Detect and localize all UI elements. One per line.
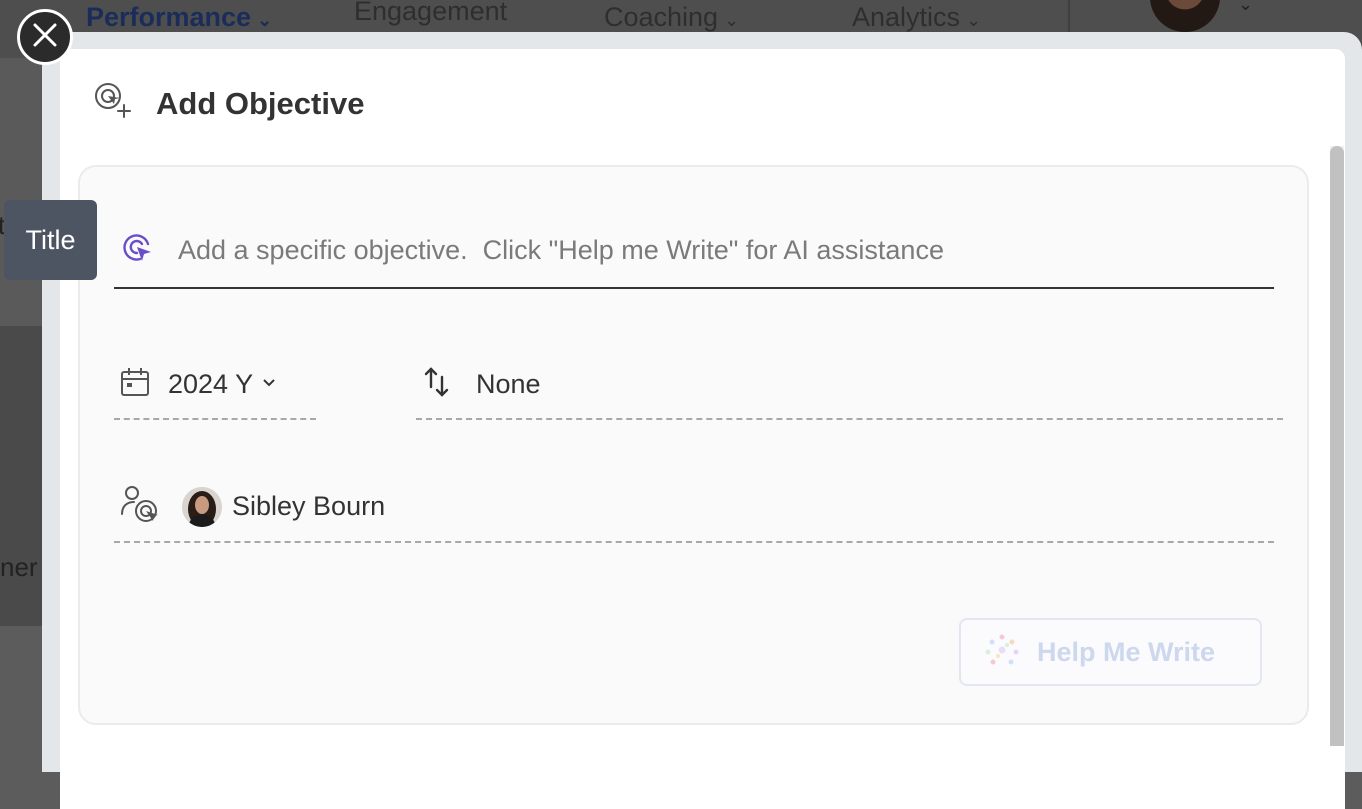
nav-divider <box>1068 0 1070 36</box>
chevron-down-icon: ⌄ <box>724 10 740 30</box>
nav-item-label: Coaching <box>604 2 719 32</box>
background-text-fragment: ner <box>0 552 38 582</box>
date-value: 2024 Y <box>168 368 254 399</box>
chevron-down-icon: ⌄ <box>966 10 982 30</box>
nav-item-label: Engagement <box>354 0 508 26</box>
person-target-icon <box>120 484 160 529</box>
nav-item-label: Performance <box>86 2 252 32</box>
close-button[interactable] <box>17 9 73 65</box>
chevron-down-icon[interactable] <box>261 374 277 395</box>
title-tooltip: Title <box>4 200 97 280</box>
objective-title-field[interactable] <box>114 214 1274 289</box>
help-me-write-label: Help Me Write <box>1037 636 1216 667</box>
target-cursor-icon <box>122 232 154 269</box>
owner-name: Sibley Bourn <box>232 491 386 521</box>
sparkle-icon <box>983 631 1021 674</box>
nav-item-engagement: Engagement <box>354 0 507 27</box>
nav-item-performance: Performance ⌄ <box>86 2 272 33</box>
modal-title: Add Objective <box>156 85 365 121</box>
chevron-down-icon: ⌄ <box>1238 0 1254 14</box>
nav-item-label: Analytics <box>852 2 961 32</box>
avatar <box>182 486 222 527</box>
close-icon <box>32 22 58 53</box>
modal-header: Add Objective <box>94 82 364 125</box>
chevron-down-icon: ⌄ <box>257 10 273 30</box>
target-add-icon <box>94 82 132 125</box>
scrollbar-thumb[interactable] <box>1330 146 1344 746</box>
nav-item-analytics: Analytics ⌄ <box>852 2 981 33</box>
type-value: None <box>476 368 541 399</box>
type-field[interactable]: None <box>416 350 1283 420</box>
help-me-write-button[interactable]: Help Me Write <box>959 618 1262 686</box>
calendar-icon <box>120 367 150 402</box>
date-field[interactable]: 2024 Y <box>114 350 316 420</box>
user-avatar <box>1150 0 1220 32</box>
objective-title-input[interactable] <box>176 234 1260 267</box>
nav-item-coaching: Coaching ⌄ <box>604 2 739 33</box>
sort-arrows-icon <box>422 365 452 404</box>
owner-field[interactable]: Sibley Bourn <box>114 472 1274 543</box>
